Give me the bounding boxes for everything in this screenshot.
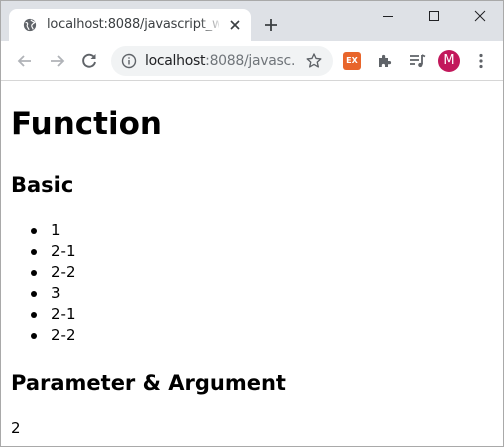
basic-output-list: 1 2-1 2-2 3 2-1 2-2 (31, 220, 76, 346)
new-tab-icon[interactable] (263, 17, 279, 33)
tab-title-fade (199, 15, 223, 35)
bullet (31, 291, 37, 297)
list-item-text: 2-1 (51, 242, 76, 260)
list-item: 3 (31, 283, 76, 304)
reading-list-icon[interactable] (407, 51, 427, 71)
list-item-text: 3 (51, 284, 61, 302)
profile-avatar[interactable]: M (438, 50, 460, 72)
minimize-button[interactable] (365, 1, 411, 31)
list-item-text: 2-2 (51, 326, 76, 344)
parameter-argument-output: 2 (11, 419, 21, 437)
url-host: localhost (145, 53, 206, 69)
more-menu-icon[interactable] (471, 51, 491, 71)
star-icon[interactable] (305, 52, 323, 70)
section-heading-basic: Basic (11, 173, 74, 197)
list-item-text: 2-1 (51, 305, 76, 323)
page-title: Function (11, 106, 162, 142)
close-window-icon (474, 10, 486, 22)
list-item: 2-2 (31, 262, 76, 283)
close-window-button[interactable] (457, 1, 503, 31)
close-icon[interactable] (227, 17, 243, 33)
list-item: 1 (31, 220, 76, 241)
maximize-icon (429, 11, 439, 21)
info-icon[interactable] (121, 53, 137, 69)
bullet (31, 270, 37, 276)
section-heading-parameter-argument: Parameter & Argument (11, 371, 286, 395)
maximize-button[interactable] (411, 1, 457, 31)
globe-icon (23, 18, 37, 32)
page-content: Function Basic 1 2-1 2-2 3 2-1 2-2 Param… (1, 82, 503, 446)
bullet (31, 312, 37, 318)
bullet (31, 249, 37, 255)
address-bar[interactable]: localhost:8088/javasc... (111, 46, 333, 76)
reload-icon[interactable] (79, 51, 99, 71)
list-item-text: 2-2 (51, 263, 76, 281)
ex-extension-icon[interactable]: EX (343, 52, 361, 70)
forward-arrow-icon[interactable] (47, 51, 67, 71)
list-item-text: 1 (51, 221, 61, 239)
bullet (31, 228, 37, 234)
list-item: 2-1 (31, 241, 76, 262)
puzzle-extensions-icon[interactable] (375, 51, 395, 71)
browser-window: localhost:8088/javascript_web_practice (0, 0, 504, 447)
tab-strip: localhost:8088/javascript_web_practice (1, 1, 503, 41)
browser-toolbar: localhost:8088/javasc... EX M (1, 41, 503, 81)
url-text[interactable]: localhost:8088/javasc... (145, 52, 295, 70)
list-item: 2-2 (31, 325, 76, 346)
tab-active[interactable]: localhost:8088/javascript_web_practice (9, 9, 251, 41)
minimize-icon (383, 16, 393, 17)
bullet (31, 333, 37, 339)
list-item: 2-1 (31, 304, 76, 325)
back-arrow-icon[interactable] (15, 51, 35, 71)
url-path: :8088/javasc... (205, 53, 295, 69)
tab-title: localhost:8088/javascript_web_practice (47, 17, 219, 32)
